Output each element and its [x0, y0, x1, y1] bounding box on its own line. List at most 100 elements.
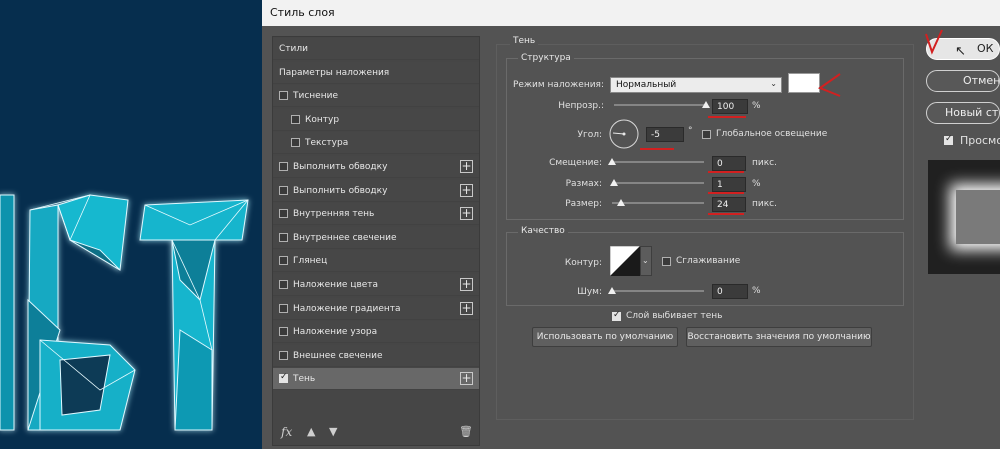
cancel-button[interactable]: Отмена [926, 70, 1000, 92]
annotation-underline [708, 192, 744, 194]
style-item-checkbox[interactable] [279, 327, 288, 337]
add-effect-icon[interactable]: + [460, 301, 473, 315]
style-item[interactable]: Тиснение [273, 85, 479, 108]
distance-unit: пикс. [752, 158, 777, 168]
letter-polygon [57, 194, 129, 271]
canvas-artwork [0, 194, 249, 431]
size-unit: пикс. [752, 199, 777, 209]
style-item-label: Выполнить обводку [293, 185, 388, 196]
contour-label: Контур: [564, 258, 602, 268]
style-item-checkbox[interactable] [279, 185, 288, 195]
style-item[interactable]: Текстура [273, 132, 479, 155]
style-item-checkbox[interactable] [279, 256, 288, 266]
style-item-checkbox[interactable] [279, 303, 288, 313]
style-item[interactable]: Контур [273, 108, 479, 131]
style-item-label: Выполнить обводку [293, 162, 388, 172]
add-effect-icon[interactable]: + [460, 160, 473, 173]
add-effect-icon[interactable]: + [460, 207, 473, 221]
knockout-checkbox[interactable] [612, 310, 621, 321]
style-item-label: Глянец [293, 256, 328, 267]
style-item[interactable]: Глянец [273, 250, 479, 273]
reset-default-button[interactable]: Восстановить значения по умолчанию [686, 327, 872, 347]
antialias-label: Сглаживание [676, 256, 741, 266]
spread-slider-track[interactable] [612, 182, 704, 184]
quality-title: Качество [518, 226, 568, 236]
size-label: Размер: [565, 199, 602, 209]
style-item-checkbox[interactable] [279, 162, 288, 171]
style-item[interactable]: Выполнить обводку + [273, 156, 479, 178]
antialias-checkbox[interactable] [662, 257, 671, 266]
style-item-label: Наложение цвета [293, 280, 379, 290]
style-item-label: Внутренняя тень [293, 209, 375, 220]
noise-label: Шум: [577, 287, 602, 297]
style-item[interactable]: Стили [273, 38, 479, 60]
style-item-checkbox[interactable] [291, 138, 300, 148]
contour-preview[interactable] [610, 246, 640, 276]
arrow-up-icon[interactable]: ▲ [307, 425, 315, 438]
opacity-slider-track[interactable] [614, 104, 706, 106]
size-slider-track[interactable] [612, 202, 704, 204]
distance-slider-track[interactable] [612, 161, 704, 163]
opacity-input[interactable]: 100 [712, 99, 748, 114]
ok-button-label: ОК [977, 42, 994, 55]
trash-icon[interactable]: 🗑 [459, 425, 473, 438]
opacity-slider-thumb[interactable] [702, 101, 710, 108]
angle-input[interactable]: -5 [646, 127, 684, 142]
style-item[interactable]: Тень + [273, 368, 479, 391]
size-input[interactable]: 24 [712, 197, 746, 212]
style-item[interactable]: Наложение узора [273, 321, 479, 344]
annotation-underline [640, 148, 674, 150]
preview-checkbox[interactable] [944, 134, 953, 145]
spread-slider-thumb[interactable] [610, 179, 618, 186]
style-item-checkbox[interactable] [279, 91, 288, 101]
style-item-checkbox[interactable] [279, 209, 288, 219]
spread-input[interactable]: 1 [712, 177, 746, 192]
make-default-button[interactable]: Использовать по умолчанию [532, 327, 678, 347]
add-effect-icon[interactable]: + [460, 372, 473, 386]
style-item[interactable]: Наложение цвета + [273, 274, 479, 296]
style-item-label: Тень [293, 374, 316, 385]
noise-slider-thumb[interactable] [608, 287, 616, 294]
size-slider-thumb[interactable] [617, 199, 626, 206]
style-item[interactable]: Внутреннее свечение [273, 226, 479, 249]
distance-input[interactable]: 0 [712, 156, 746, 171]
annotation-underline [708, 116, 746, 118]
annotation-underline [708, 213, 744, 215]
style-item-checkbox[interactable] [279, 232, 288, 242]
chevron-down-icon: ⌄ [642, 256, 649, 265]
arrow-down-icon[interactable]: ▼ [329, 425, 337, 438]
fx-icon[interactable]: fx [281, 425, 292, 439]
style-item-checkbox[interactable] [279, 280, 288, 289]
style-item[interactable]: Внешнее свечение [273, 344, 479, 367]
dialog-title: Стиль слоя [270, 6, 335, 19]
angle-dial[interactable] [608, 118, 640, 150]
style-item-label: Внешнее свечение [293, 350, 383, 361]
style-item-label: Тиснение [293, 91, 338, 102]
shadow-section-title: Тень [510, 36, 539, 46]
global-light-checkbox[interactable] [702, 130, 711, 139]
new-style-button-label: Новый стиль... [945, 106, 999, 119]
distance-label: Смещение: [549, 158, 602, 168]
blend-mode-select[interactable]: Нормальный ⌄ [610, 77, 782, 93]
noise-input[interactable]: 0 [712, 284, 748, 299]
blend-mode-value: Нормальный [616, 80, 677, 90]
cursor-icon: ↖ [955, 44, 966, 59]
add-effect-icon[interactable]: + [460, 183, 473, 197]
annotation-underline [708, 171, 744, 173]
style-item[interactable]: Наложение градиента + [273, 297, 479, 320]
contour-dropdown[interactable]: ⌄ [640, 246, 652, 276]
style-item[interactable]: Внутренняя тень + [273, 203, 479, 226]
knockout-label: Слой выбивает тень [626, 311, 723, 321]
style-item[interactable]: Выполнить обводку + [273, 179, 479, 202]
style-item-checkbox[interactable] [279, 350, 288, 360]
dialog-titlebar[interactable]: Стиль слоя [262, 0, 1000, 26]
style-item-checkbox[interactable] [291, 114, 300, 124]
noise-slider-track[interactable] [612, 290, 704, 292]
distance-slider-thumb[interactable] [608, 158, 616, 165]
style-item-label: Наложение градиента [293, 303, 401, 314]
new-style-button[interactable]: Новый стиль... [926, 102, 1000, 124]
angle-unit: ° [688, 126, 693, 136]
add-effect-icon[interactable]: + [460, 278, 473, 291]
style-item[interactable]: Параметры наложения [273, 61, 479, 84]
style-item-checkbox[interactable] [279, 372, 288, 384]
